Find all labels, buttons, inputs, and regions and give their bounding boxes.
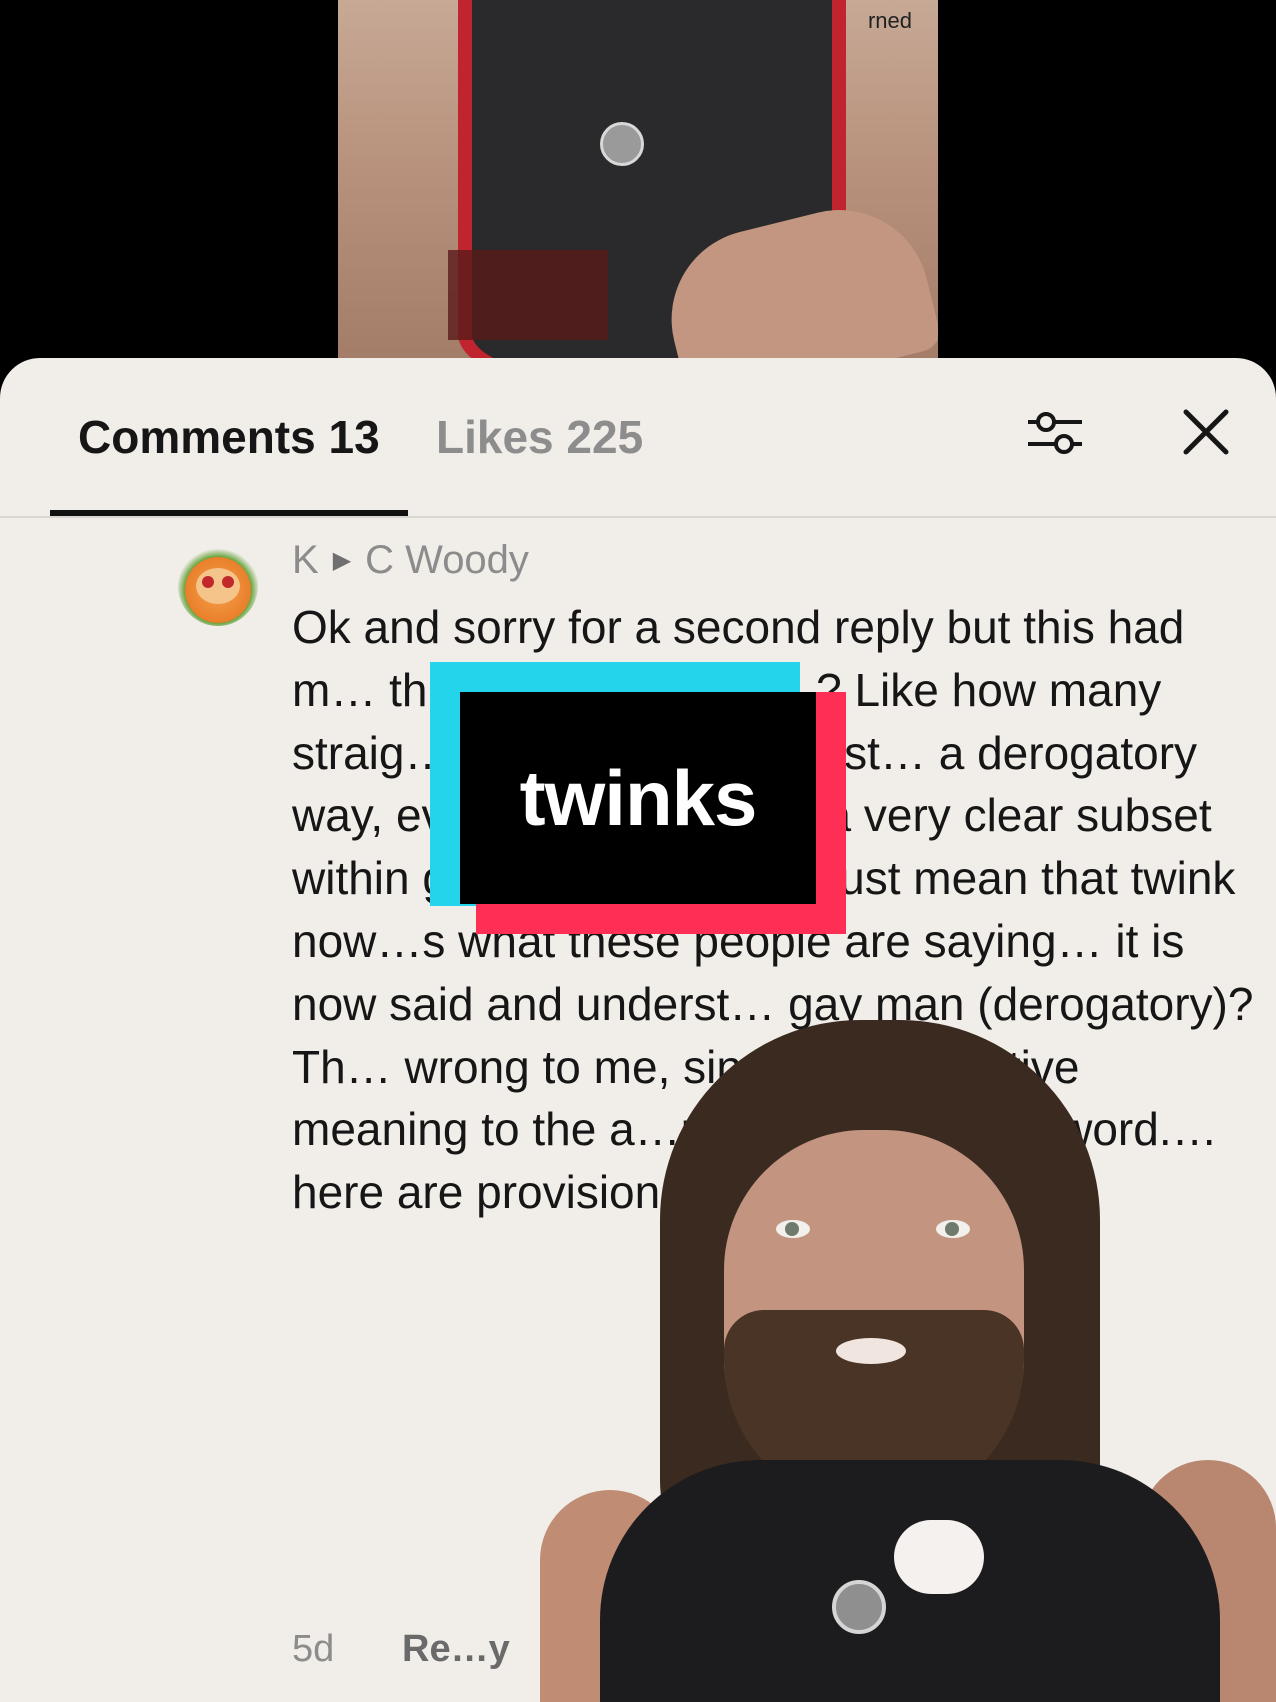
video-preview[interactable]: rned <box>338 0 938 360</box>
close-icon[interactable] <box>1180 406 1232 458</box>
sticker-label: twinks <box>460 692 816 904</box>
presenter-overlay <box>540 1020 1276 1702</box>
comment-author[interactable]: K <box>292 538 319 583</box>
presenter-mouth <box>836 1338 906 1364</box>
reply-to-user[interactable]: C Woody <box>365 538 529 583</box>
tab-comments[interactable]: Comments 13 <box>78 410 380 464</box>
filter-sliders-icon[interactable] <box>1024 402 1086 464</box>
presenter-eye <box>936 1220 970 1238</box>
lavalier-mic <box>894 1520 984 1594</box>
avatar-eye <box>222 576 234 588</box>
comment-time: 5d <box>292 1628 335 1670</box>
video-caption-fragment: rned <box>867 8 912 33</box>
presenter-pendant <box>832 1580 886 1634</box>
reply-button[interactable]: Re…y <box>402 1628 510 1671</box>
text-sticker: twinks <box>430 662 846 934</box>
reply-arrow-icon: ▶ <box>332 547 352 574</box>
presenter-eye <box>776 1220 810 1238</box>
tab-bar: Comments 13 Likes 225 <box>0 358 1276 518</box>
shirt-print <box>448 250 608 340</box>
pendant <box>600 122 644 166</box>
avatar-eye <box>202 576 214 588</box>
comment-author-line: K ▶ C Woody <box>292 538 529 583</box>
tab-likes[interactable]: Likes 225 <box>436 410 643 464</box>
avatar[interactable] <box>178 546 258 626</box>
